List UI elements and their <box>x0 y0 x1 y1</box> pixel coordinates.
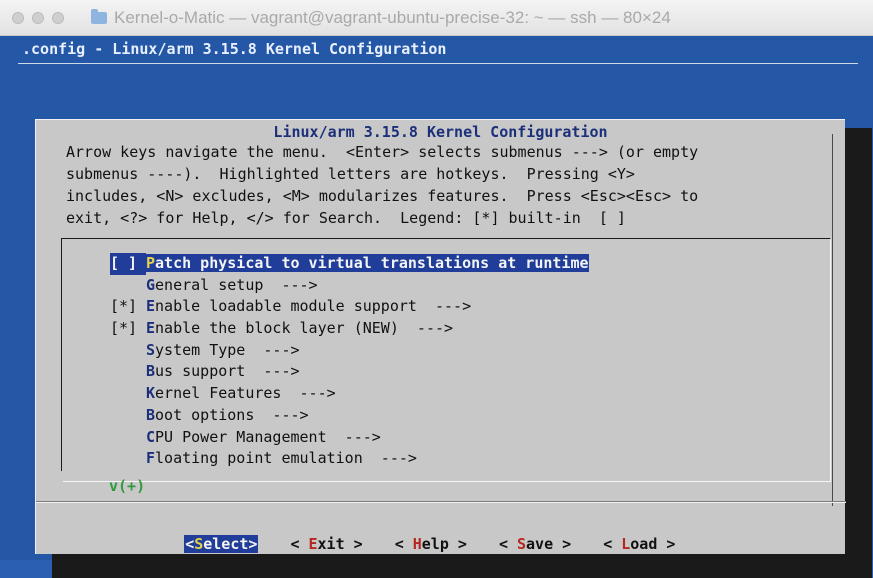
menu-item-hotkey: P <box>146 254 156 272</box>
menu-item-hotkey: G <box>146 275 156 294</box>
menu-item-hotkey: S <box>146 340 156 359</box>
menu-item-label: CPU Power Management ---> <box>146 428 381 446</box>
menu-item-text: atch physical to virtual translations at… <box>155 254 589 272</box>
menu-item-label: Boot options ---> <box>146 406 309 424</box>
menu-item-label: General setup ---> <box>146 276 318 294</box>
menu-item[interactable]: CPU Power Management ---> <box>110 427 589 449</box>
menu-item-checkbox[interactable]: [ ] <box>110 253 146 275</box>
menu-item[interactable]: Bus support ---> <box>110 361 589 383</box>
menu-item-hotkey: B <box>146 362 156 381</box>
menu-item-text: eneral setup ---> <box>155 275 318 294</box>
folder-icon <box>91 9 107 24</box>
menu-item[interactable]: [*] Enable loadable module support ---> <box>110 296 589 318</box>
kernel-config-dialog: Linux/arm 3.15.8 Kernel Configuration Ar… <box>35 119 846 554</box>
menu-item-label: System Type ---> <box>146 341 300 359</box>
menu-item-label: Floating point emulation ---> <box>146 449 417 467</box>
help-line: exit, <?> for Help, </> for Search. Lege… <box>66 209 626 227</box>
menu-item-text: us support ---> <box>155 362 300 381</box>
window-titlebar: Kernel-o-Matic — vagrant@vagrant-ubuntu-… <box>0 0 873 36</box>
menu-item-hotkey: B <box>146 405 156 424</box>
help-button[interactable]: < Help > <box>395 535 467 553</box>
help-line: submenus ----). Highlighted letters are … <box>66 165 635 183</box>
menu-item[interactable]: Kernel Features ---> <box>110 383 589 405</box>
button-row: <Select> < Exit > < Help > < Save > < Load > <box>130 517 707 571</box>
menu-list: [ ] Patch physical to virtual translation… <box>110 253 589 470</box>
menu-item-hotkey: K <box>146 384 156 403</box>
menu-item-hotkey: E <box>146 297 156 316</box>
menu-item-hotkey: F <box>146 449 156 468</box>
menu-item-text: ystem Type ---> <box>155 340 300 359</box>
close-window-button[interactable] <box>12 12 24 24</box>
menu-item[interactable]: [ ] Patch physical to virtual translation… <box>110 253 589 275</box>
save-button[interactable]: < Save > <box>499 535 571 553</box>
menu-item-label: Kernel Features ---> <box>146 384 336 402</box>
help-line: Arrow keys navigate the menu. <Enter> se… <box>66 143 699 161</box>
menu-item-label: Enable the block layer (NEW) ---> <box>146 319 453 337</box>
menu-item-checkbox[interactable]: [*] <box>110 318 146 340</box>
window-title: Kernel-o-Matic — vagrant@vagrant-ubuntu-… <box>114 8 671 27</box>
button-divider-highlight <box>36 502 846 503</box>
exit-button[interactable]: < Exit > <box>290 535 362 553</box>
help-text: Arrow keys navigate the menu. <Enter> se… <box>66 141 826 229</box>
menu-item-text: oot options ---> <box>155 405 309 424</box>
menu-item-text: ernel Features ---> <box>155 384 336 403</box>
menu-item-label: Patch physical to virtual translations a… <box>146 254 589 272</box>
select-button[interactable]: <Select> <box>184 535 259 553</box>
load-button[interactable]: < Load > <box>603 535 675 553</box>
menu-item-label: Bus support ---> <box>146 362 300 380</box>
help-line: includes, <N> excludes, <M> modularizes … <box>66 187 699 205</box>
menu-item-text: loating point emulation ---> <box>155 449 417 468</box>
more-items-indicator: v(+) <box>109 477 146 495</box>
menu-item-label: Enable loadable module support ---> <box>146 297 471 315</box>
zoom-window-button[interactable] <box>52 12 64 24</box>
menu-item-hotkey: E <box>146 319 156 338</box>
dialog-title: Linux/arm 3.15.8 Kernel Configuration <box>273 123 608 141</box>
menu-item-hotkey: C <box>146 427 156 446</box>
config-backtitle: .config - Linux/arm 3.15.8 Kernel Config… <box>22 40 447 58</box>
minimize-window-button[interactable] <box>32 12 44 24</box>
menu-item-checkbox[interactable]: [*] <box>110 296 146 318</box>
menu-item[interactable]: System Type ---> <box>110 340 589 362</box>
menu-item-text: PU Power Management ---> <box>155 427 381 446</box>
menu-item[interactable]: Floating point emulation ---> <box>110 448 589 470</box>
menu-item-text: nable loadable module support ---> <box>155 297 472 316</box>
menu-item[interactable]: General setup ---> <box>110 275 589 297</box>
backtitle-divider <box>18 63 858 64</box>
terminal-screen[interactable]: .config - Linux/arm 3.15.8 Kernel Config… <box>0 36 873 578</box>
menu-item[interactable]: Boot options ---> <box>110 405 589 427</box>
menu-item[interactable]: [*] Enable the block layer (NEW) ---> <box>110 318 589 340</box>
menu-box: [ ] Patch physical to virtual translation… <box>60 238 831 485</box>
menu-box-gap <box>60 471 63 485</box>
dialog-border-right <box>832 134 833 506</box>
menu-item-text: nable the block layer (NEW) ---> <box>155 319 454 338</box>
